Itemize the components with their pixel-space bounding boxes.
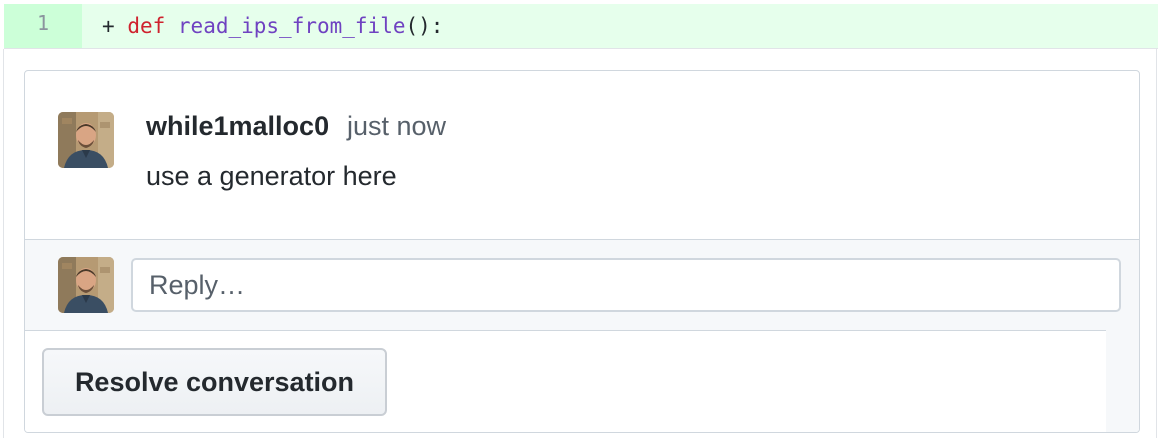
diff-add-marker: + — [102, 14, 115, 38]
code-suffix: (): — [405, 14, 444, 38]
comment-timestamp[interactable]: just now — [347, 111, 446, 142]
line-number[interactable]: 1 — [4, 4, 82, 48]
reply-section: Resolve conversation — [25, 239, 1139, 432]
review-thread: while1malloc0 just now use a generator h… — [24, 70, 1140, 433]
reply-input[interactable] — [131, 258, 1121, 312]
resolve-panel: Resolve conversation — [25, 330, 1106, 432]
avatar-photo-icon — [58, 257, 114, 313]
resolve-conversation-button[interactable]: Resolve conversation — [42, 348, 387, 416]
avatar[interactable] — [58, 112, 114, 168]
comment-author[interactable]: while1malloc0 — [146, 111, 329, 142]
code-function-name: read_ips_from_file — [177, 14, 406, 38]
comment-body: use a generator here — [146, 161, 397, 191]
code-line: + def read_ips_from_file(): — [102, 4, 443, 48]
avatar-photo-icon — [58, 112, 114, 168]
code-keyword: def — [127, 14, 166, 38]
avatar[interactable] — [58, 257, 114, 313]
diff-added-line: 1 + def read_ips_from_file(): — [4, 4, 1158, 49]
